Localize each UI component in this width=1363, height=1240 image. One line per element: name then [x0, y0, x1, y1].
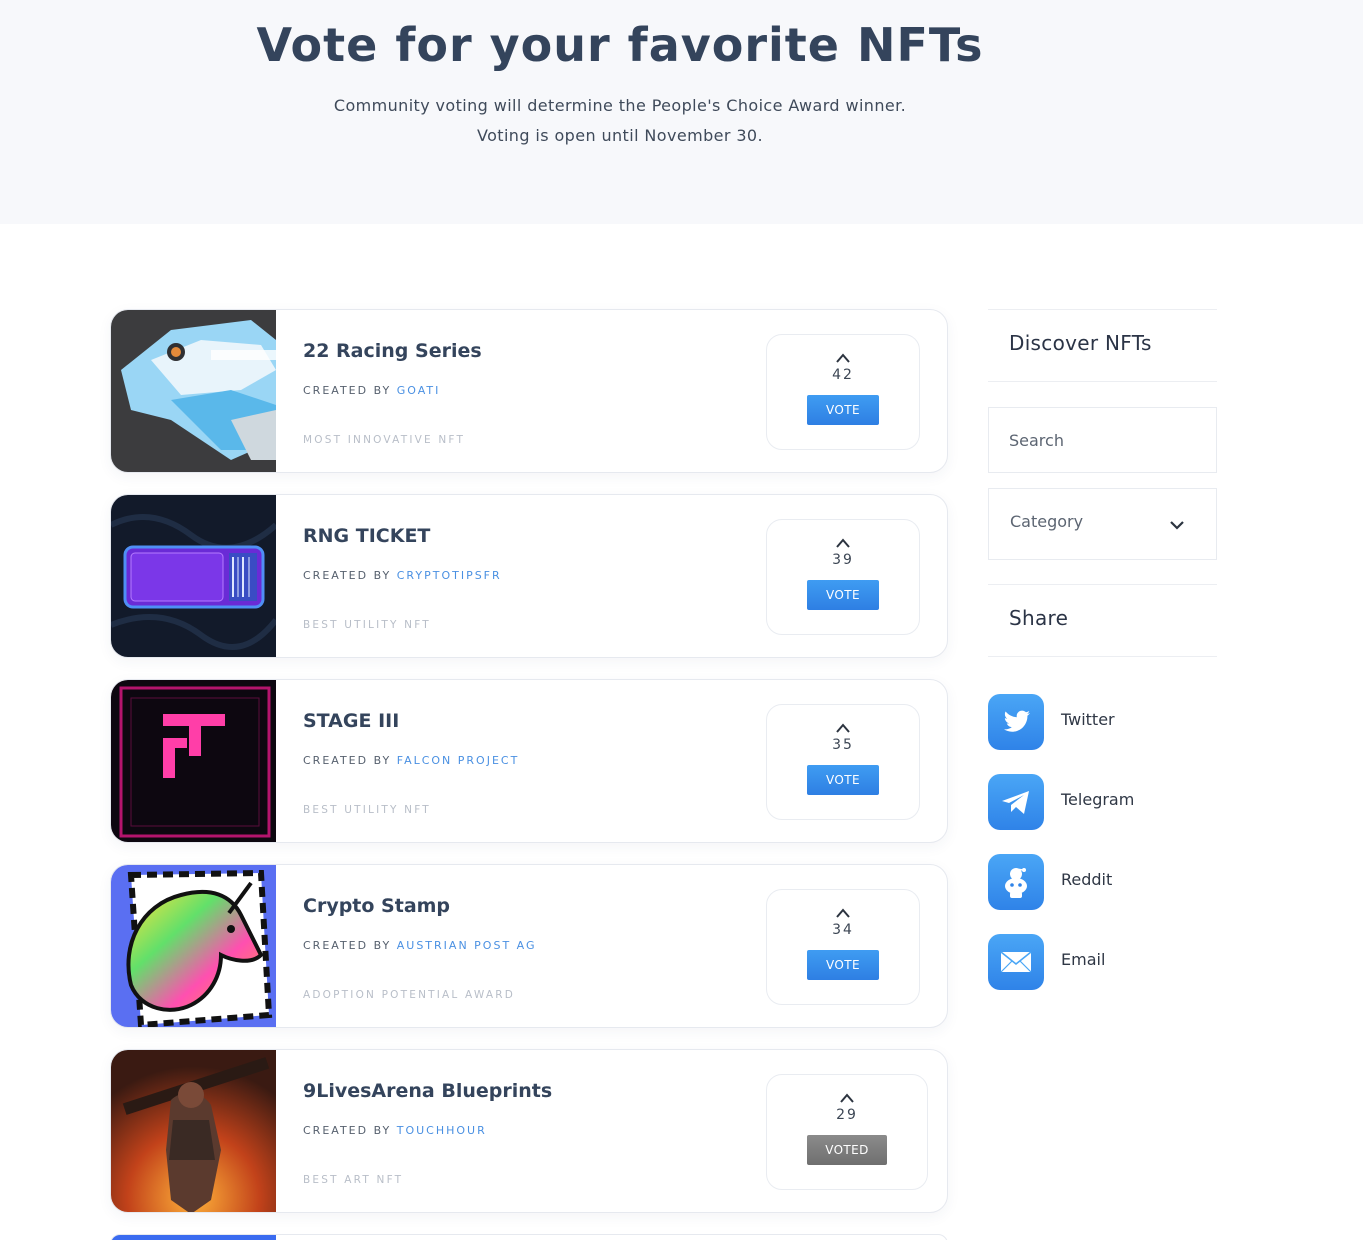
divider — [988, 584, 1217, 585]
vote-box: 35 VOTE — [766, 704, 920, 820]
created-by-label: CREATED BY — [303, 939, 392, 952]
vote-count: 29 — [836, 1107, 858, 1123]
nft-creator: CREATED BY GOATI — [303, 384, 440, 397]
telegram-icon[interactable] — [988, 774, 1044, 830]
vote-count: 35 — [832, 737, 854, 753]
nft-card: 22 Racing Series CREATED BY GOATI MOST I… — [110, 309, 948, 473]
nft-award-category: BEST UTILITY NFT — [303, 804, 431, 816]
vote-box: 42 VOTE — [766, 334, 920, 450]
page-title: Vote for your favorite NFTs — [256, 18, 984, 72]
upvote-chevron-icon[interactable] — [767, 349, 919, 363]
upvote-chevron-icon[interactable] — [767, 1089, 927, 1103]
creator-link[interactable]: AUSTRIAN POST AG — [397, 939, 537, 952]
nft-image[interactable] — [111, 680, 276, 842]
nft-image[interactable] — [111, 495, 276, 657]
voted-button[interactable]: VOTED — [807, 1135, 887, 1165]
hero-subtitle-line2: Voting is open until November 30. — [477, 126, 763, 145]
divider — [988, 656, 1217, 657]
nft-image — [111, 1235, 276, 1240]
nft-creator: CREATED BY FALCON PROJECT — [303, 754, 519, 767]
nft-card: Crypto Stamp CREATED BY AUSTRIAN POST AG… — [110, 864, 948, 1028]
chevron-down-icon — [1169, 516, 1185, 535]
reddit-icon[interactable] — [988, 854, 1044, 910]
nft-card-partial — [110, 1234, 948, 1240]
nft-creator: CREATED BY TOUCHHOUR — [303, 1124, 487, 1137]
created-by-label: CREATED BY — [303, 384, 392, 397]
creator-link[interactable]: TOUCHHOUR — [397, 1124, 487, 1137]
vote-count: 42 — [832, 367, 854, 383]
nft-title[interactable]: Crypto Stamp — [303, 895, 450, 917]
vote-button[interactable]: VOTE — [807, 395, 879, 425]
hero-section: Vote for your favorite NFTs Community vo… — [0, 0, 1363, 224]
nft-award-category: MOST INNOVATIVE NFT — [303, 434, 466, 446]
share-twitter[interactable]: Twitter — [988, 694, 1217, 750]
created-by-label: CREATED BY — [303, 1124, 392, 1137]
nft-card: RNG TICKET CREATED BY CRYPTOTIPSFR BEST … — [110, 494, 948, 658]
vote-box: 34 VOTE — [766, 889, 920, 1005]
nft-title[interactable]: 9LivesArena Blueprints — [303, 1080, 552, 1102]
vote-count: 34 — [832, 922, 854, 938]
divider — [988, 309, 1217, 310]
vote-button[interactable]: VOTE — [807, 765, 879, 795]
hero-subtitle-line1: Community voting will determine the Peop… — [333, 96, 907, 115]
nft-title[interactable]: 22 Racing Series — [303, 340, 482, 362]
share-reddit-label: Reddit — [1061, 870, 1113, 889]
nft-card: 9LivesArena Blueprints CREATED BY TOUCHH… — [110, 1049, 948, 1213]
nft-award-category: ADOPTION POTENTIAL AWARD — [303, 989, 515, 1001]
discover-heading: Discover NFTs — [1009, 331, 1152, 355]
upvote-chevron-icon[interactable] — [767, 534, 919, 548]
share-heading: Share — [1009, 606, 1069, 630]
share-twitter-label: Twitter — [1061, 710, 1115, 729]
nft-image[interactable] — [111, 865, 276, 1027]
creator-link[interactable]: CRYPTOTIPSFR — [397, 569, 502, 582]
category-select[interactable]: Category — [988, 488, 1217, 560]
creator-link[interactable]: GOATI — [397, 384, 441, 397]
divider — [988, 381, 1217, 382]
created-by-label: CREATED BY — [303, 754, 392, 767]
share-telegram-label: Telegram — [1061, 790, 1135, 809]
vote-count: 39 — [832, 552, 854, 568]
category-select-value: Category — [1010, 512, 1084, 531]
share-reddit[interactable]: Reddit — [988, 854, 1217, 910]
nft-creator: CREATED BY AUSTRIAN POST AG — [303, 939, 537, 952]
nft-award-category: BEST UTILITY NFT — [303, 619, 431, 631]
nft-creator: CREATED BY CRYPTOTIPSFR — [303, 569, 502, 582]
nft-image[interactable] — [111, 310, 276, 472]
vote-button[interactable]: VOTE — [807, 580, 879, 610]
vote-button[interactable]: VOTE — [807, 950, 879, 980]
upvote-chevron-icon[interactable] — [767, 719, 919, 733]
share-email[interactable]: Email — [988, 934, 1217, 990]
creator-link[interactable]: FALCON PROJECT — [397, 754, 520, 767]
nft-title[interactable]: STAGE III — [303, 710, 399, 732]
created-by-label: CREATED BY — [303, 569, 392, 582]
upvote-chevron-icon[interactable] — [767, 904, 919, 918]
search-field — [988, 407, 1217, 473]
twitter-icon[interactable] — [988, 694, 1044, 750]
share-telegram[interactable]: Telegram — [988, 774, 1217, 830]
nft-award-category: BEST ART NFT — [303, 1174, 404, 1186]
nft-title[interactable]: RNG TICKET — [303, 525, 430, 547]
vote-box: 29 VOTED — [766, 1074, 928, 1190]
nft-card: STAGE III CREATED BY FALCON PROJECT BEST… — [110, 679, 948, 843]
email-icon[interactable] — [988, 934, 1044, 990]
vote-box: 39 VOTE — [766, 519, 920, 635]
nft-image[interactable] — [111, 1050, 276, 1212]
share-email-label: Email — [1061, 950, 1106, 969]
search-input[interactable] — [1009, 408, 1199, 472]
